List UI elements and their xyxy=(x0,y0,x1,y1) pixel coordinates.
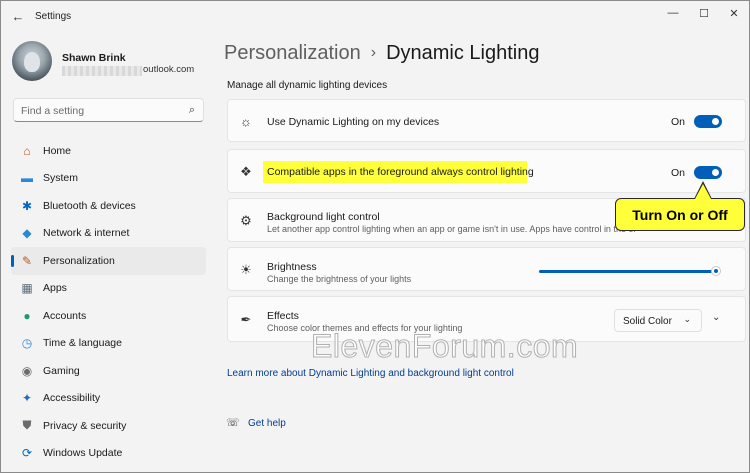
expand-chevron-icon[interactable]: ⌄ xyxy=(712,312,720,323)
sidebar-item-label: Time & language xyxy=(43,337,122,350)
apps-lighting-icon: ❖ xyxy=(240,164,252,179)
maximize-button[interactable]: ☐ xyxy=(689,5,719,21)
brightness-slider-thumb[interactable] xyxy=(711,266,721,276)
sidebar-item-system[interactable]: ▬ System xyxy=(11,165,206,193)
sidebar-item-apps[interactable]: ▦ Apps xyxy=(11,275,206,303)
globe-clock-icon: ◷ xyxy=(21,336,33,351)
home-icon: ⌂ xyxy=(23,143,31,158)
gear-icon: ⚙ xyxy=(240,213,252,228)
close-button[interactable]: ✕ xyxy=(719,5,749,21)
sidebar-item-label: Personalization xyxy=(43,254,115,267)
sidebar-item-label: Accessibility xyxy=(43,392,101,405)
breadcrumb-parent[interactable]: Personalization xyxy=(224,42,361,64)
highlight-box: Compatible apps in the foreground always… xyxy=(263,161,534,183)
breadcrumb: Personalization › Dynamic Lighting xyxy=(224,42,540,65)
minimize-button[interactable]: — xyxy=(658,5,688,21)
help-icon[interactable]: ☏ xyxy=(226,416,240,429)
sidebar-item-home[interactable]: ⌂ Home xyxy=(11,137,206,165)
close-icon: ✕ xyxy=(729,7,739,20)
search-icon[interactable]: ⌕ xyxy=(189,104,195,117)
controller-icon: ◉ xyxy=(21,363,33,378)
use-dynamic-lighting-label: Use Dynamic Lighting on my devices xyxy=(267,116,440,128)
back-arrow-icon: ← xyxy=(11,8,25,24)
back-button[interactable]: ← xyxy=(9,8,27,24)
section-title: Manage all dynamic lighting devices xyxy=(227,80,388,91)
compatible-apps-card: ❖ Compatible apps in the foreground alwa… xyxy=(227,149,746,193)
background-light-control-label: Background light control xyxy=(267,211,380,223)
bluetooth-icon: ✱ xyxy=(21,198,33,213)
callout-arrow-fill xyxy=(695,184,711,199)
callout: Turn On or Off xyxy=(615,198,745,231)
profile-name: Shawn Brink xyxy=(62,52,126,64)
learn-more-link[interactable]: Learn more about Dynamic Lighting and ba… xyxy=(227,368,514,379)
compatible-apps-toggle[interactable] xyxy=(694,166,722,179)
sidebar-item-label: System xyxy=(43,172,79,185)
update-icon: ⟳ xyxy=(21,446,33,461)
sidebar-item-personalization[interactable]: ✎ Personalization xyxy=(11,247,206,275)
sidebar-item-accessibility[interactable]: ✦ Accessibility xyxy=(11,385,206,413)
monitor-icon: ▬ xyxy=(21,171,33,186)
sidebar-item-label: Accounts xyxy=(43,309,87,322)
profile-email: outlook.com xyxy=(143,64,195,75)
wifi-icon: ◆ xyxy=(22,226,32,241)
apps-icon: ▦ xyxy=(21,281,33,296)
brightness-slider-track[interactable] xyxy=(539,270,717,273)
settings-window: ← Settings — ☐ ✕ Shawn Brink outlook.com… xyxy=(0,0,750,473)
effects-selected-value: Solid Color xyxy=(623,316,672,327)
effects-label: Effects xyxy=(267,310,299,322)
compatible-apps-label: Compatible apps in the foreground always… xyxy=(267,166,534,178)
use-dynamic-lighting-toggle[interactable] xyxy=(694,115,722,128)
breadcrumb-separator: › xyxy=(370,44,377,61)
effects-dropdown[interactable]: Solid Color ⌄ xyxy=(614,309,702,332)
chevron-down-icon: ⌄ xyxy=(683,314,691,324)
brightness-icon: ☀ xyxy=(240,262,252,277)
sidebar-item-label: Bluetooth & devices xyxy=(43,199,136,212)
user-profile[interactable]: Shawn Brink outlook.com xyxy=(12,41,212,85)
sidebar-nav: ⌂ Home ▬ System ✱ Bluetooth & devices ◆ Network… xyxy=(11,137,206,467)
accessibility-icon: ✦ xyxy=(21,391,33,406)
search-input[interactable]: Find a setting xyxy=(21,105,84,117)
sidebar-item-label: Network & internet xyxy=(43,227,130,240)
sidebar-item-gaming[interactable]: ◉ Gaming xyxy=(11,357,206,385)
avatar xyxy=(12,41,52,81)
compatible-apps-state: On xyxy=(670,167,685,179)
brightness-card: ☀ Brightness Change the brightness of yo… xyxy=(227,247,746,291)
brightness-label: Brightness xyxy=(267,261,317,273)
sidebar-item-time-language[interactable]: ◷ Time & language xyxy=(11,330,206,358)
sun-rays-icon: ☼ xyxy=(240,113,252,129)
brightness-desc: Change the brightness of your lights xyxy=(267,274,412,284)
sidebar-item-network-internet[interactable]: ◆ Network & internet xyxy=(11,220,206,248)
background-light-control-desc: Let another app control lighting when an… xyxy=(267,224,637,234)
use-dynamic-lighting-state: On xyxy=(670,116,685,128)
maximize-icon: ☐ xyxy=(699,7,709,20)
sidebar-item-label: Home xyxy=(43,144,72,157)
email-redaction xyxy=(62,66,142,76)
sidebar-item-privacy-security[interactable]: ⛊ Privacy & security xyxy=(11,412,206,440)
search-box[interactable]: Find a setting ⌕ xyxy=(13,98,204,122)
get-help-link[interactable]: Get help xyxy=(248,418,286,429)
app-title: Settings xyxy=(35,11,72,22)
title-bar: ← Settings — ☐ ✕ xyxy=(1,1,749,31)
minimize-icon: — xyxy=(667,7,679,19)
watermark: ElevenForum.com xyxy=(310,328,579,365)
sidebar-item-label: Privacy & security xyxy=(43,419,127,432)
brush-icon: ✎ xyxy=(21,253,33,268)
person-icon: ● xyxy=(23,308,31,323)
sidebar-item-label: Windows Update xyxy=(43,447,123,460)
pen-icon: ✒ xyxy=(240,312,252,327)
use-dynamic-lighting-card: ☼ Use Dynamic Lighting on my devices On xyxy=(227,99,746,142)
sidebar-item-accounts[interactable]: ● Accounts xyxy=(11,302,206,330)
sidebar-item-label: Gaming xyxy=(43,364,80,377)
page-title: Dynamic Lighting xyxy=(386,42,540,64)
callout-text: Turn On or Off xyxy=(632,206,728,223)
sidebar-item-bluetooth-devices[interactable]: ✱ Bluetooth & devices xyxy=(11,192,206,220)
shield-icon: ⛊ xyxy=(22,418,32,433)
sidebar-item-windows-update[interactable]: ⟳ Windows Update xyxy=(11,440,206,468)
sidebar-item-label: Apps xyxy=(43,282,67,295)
